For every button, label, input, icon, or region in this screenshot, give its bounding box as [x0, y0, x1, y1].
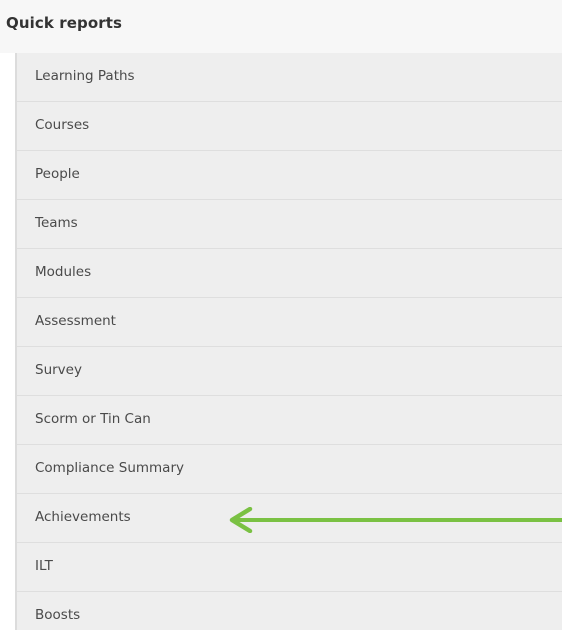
report-item-label: Boosts: [35, 607, 81, 623]
arrow-left-icon: [229, 507, 562, 533]
quick-reports-panel: Quick reports Learning Paths Courses Peo…: [0, 0, 562, 630]
report-item-label: Modules: [35, 264, 92, 280]
report-list: Learning Paths Courses People Teams Modu…: [15, 53, 562, 630]
report-item-label: Courses: [35, 117, 90, 133]
report-item-scorm-or-tin-can[interactable]: Scorm or Tin Can: [17, 396, 562, 445]
report-item-courses[interactable]: Courses: [17, 102, 562, 151]
report-item-label: Teams: [35, 215, 78, 231]
panel-title: Quick reports: [6, 14, 123, 32]
report-item-label: Survey: [35, 362, 82, 378]
report-item-label: ILT: [35, 558, 53, 574]
report-item-compliance-summary[interactable]: Compliance Summary: [17, 445, 562, 494]
report-item-label: Learning Paths: [35, 68, 135, 84]
report-item-teams[interactable]: Teams: [17, 200, 562, 249]
report-item-label: Scorm or Tin Can: [35, 411, 151, 427]
report-item-label: Compliance Summary: [35, 460, 184, 476]
report-item-people[interactable]: People: [17, 151, 562, 200]
report-item-label: Assessment: [35, 313, 116, 329]
report-item-label: Achievements: [35, 509, 131, 525]
report-item-survey[interactable]: Survey: [17, 347, 562, 396]
panel-header: Quick reports: [0, 0, 562, 53]
report-item-boosts[interactable]: Boosts: [17, 592, 562, 630]
report-item-learning-paths[interactable]: Learning Paths: [17, 53, 562, 102]
report-item-ilt[interactable]: ILT: [17, 543, 562, 592]
report-item-assessment[interactable]: Assessment: [17, 298, 562, 347]
report-item-modules[interactable]: Modules: [17, 249, 562, 298]
report-item-label: People: [35, 166, 80, 182]
